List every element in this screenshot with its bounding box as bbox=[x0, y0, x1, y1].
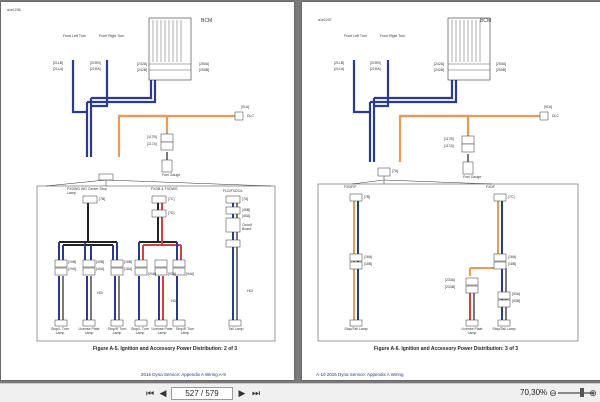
wiring-diagram-right bbox=[317, 17, 579, 342]
zoom-in-icon[interactable]: ⊕ bbox=[588, 387, 598, 399]
hdi-label-3: HDI bbox=[247, 289, 254, 293]
connector-18a: [18A] bbox=[364, 255, 373, 259]
document-viewport[interactable]: a1e1236 BCM Front Left Turn Front Right … bbox=[0, 0, 600, 383]
connector-93a: [93A] bbox=[512, 292, 521, 296]
connector-21rb: [21RB] bbox=[90, 61, 101, 65]
connector-20a: [20A] bbox=[148, 272, 157, 276]
connector-7a: [7A] bbox=[392, 169, 399, 173]
connector-40a: [40A] bbox=[96, 267, 105, 271]
fxdwg-label: FXDWG WG Center Stop Lamp bbox=[67, 187, 107, 195]
connector-91a: [91A] bbox=[544, 105, 553, 109]
zoom-slider-handle[interactable] bbox=[580, 388, 584, 397]
connector-21lb: [21LB] bbox=[334, 61, 345, 65]
connector-21la: [21LA] bbox=[53, 67, 64, 71]
fxdf-label: FXDF bbox=[486, 185, 496, 189]
fld-label: FLD/FXDC/L bbox=[223, 189, 244, 193]
stop-left-turn-lamp-label: Stop/L Turn Lamp bbox=[51, 327, 69, 335]
next-page-button[interactable]: ▶ bbox=[236, 387, 248, 399]
connector-21rb: [21RB] bbox=[370, 61, 381, 65]
connector-93a: [93A] bbox=[168, 272, 177, 276]
front-right-turn-label: Front Right Turn bbox=[380, 34, 406, 38]
connector-40b: [40B] bbox=[96, 260, 105, 264]
connector-18a: [18A] bbox=[124, 267, 133, 271]
figure-id: a1e1237 bbox=[318, 18, 332, 22]
connector-18a-fxdf: [18A] bbox=[508, 255, 517, 259]
license-plate-lamp-label: License Plate Lamp bbox=[461, 327, 483, 335]
connector-19b: [19B] bbox=[68, 260, 77, 264]
stop-tail-lamp-label: Stop/Tail Lamp bbox=[344, 327, 368, 331]
fxdb-label: FXDB & FXDWG bbox=[151, 187, 178, 191]
connector-7b: [7B] bbox=[364, 195, 371, 199]
fxdf-p-label: FXDF/P bbox=[344, 185, 357, 189]
bcm-label: BCM bbox=[480, 18, 492, 24]
stop-tail-lamp-label-2: Stop/Tail Lamp bbox=[492, 327, 516, 331]
page-number-input[interactable]: 527 / 579 bbox=[171, 387, 233, 400]
stop-right-turn-lamp-label-2: Stop/R Turn Lamp bbox=[175, 327, 195, 335]
navigation-toolbar: ⏮ ◀ 527 / 579 ▶ ⏭ 70,30% ⊖ ⊕ bbox=[0, 383, 600, 402]
connector-117a: [117A] bbox=[444, 144, 454, 148]
page-footer: A-10 2016 Dyna Service: Appendix A Wirin… bbox=[316, 372, 404, 377]
figure-id: a1e1236 bbox=[7, 8, 21, 12]
previous-page-button[interactable]: ◀ bbox=[157, 387, 169, 399]
connector-233a: [233A] bbox=[445, 278, 456, 282]
connector-250b: [250B] bbox=[199, 68, 210, 72]
hdi-label-2: HDI bbox=[171, 299, 178, 303]
circuit-board-label: Circuit Board bbox=[242, 223, 252, 231]
figure-caption: Figure A-5. Ignition and Accessory Power… bbox=[93, 346, 238, 352]
connector-117a: [117A] bbox=[147, 142, 157, 146]
connector-242b: [242B] bbox=[137, 68, 148, 72]
connector-250a: [250A] bbox=[199, 62, 210, 66]
last-page-button[interactable]: ⏭ bbox=[250, 387, 262, 399]
dlc-label: DLC bbox=[247, 114, 255, 118]
connector-117b: [117B] bbox=[147, 135, 157, 139]
license-plate-lamp-label: License Plate Lamp bbox=[78, 327, 100, 335]
wiring-diagram-left bbox=[36, 17, 276, 342]
connector-7b: [7B] bbox=[99, 197, 106, 201]
connector-45a: [45A] bbox=[242, 214, 251, 218]
connector-7a: [7A] bbox=[242, 197, 249, 201]
connector-7c: [7C] bbox=[508, 195, 515, 199]
connector-45b: [45B] bbox=[242, 208, 251, 212]
first-page-button[interactable]: ⏮ bbox=[144, 387, 156, 399]
connector-18b: [18B] bbox=[364, 262, 373, 266]
connector-18b: [18B] bbox=[124, 260, 133, 264]
zoom-level: 70,30% bbox=[520, 388, 548, 397]
figure-caption: Figure A-6. Ignition and Accessory Power… bbox=[374, 346, 519, 352]
zoom-out-icon[interactable]: ⊖ bbox=[548, 387, 558, 399]
connector-250a: [250A] bbox=[496, 62, 507, 66]
connector-18b-fxdf: [18B] bbox=[508, 262, 517, 266]
connector-233b: [233B] bbox=[445, 285, 456, 289]
bcm-label: BCM bbox=[201, 18, 213, 24]
connector-91a: [91A] bbox=[241, 105, 250, 109]
stop-left-turn-lamp-label-2: Stop/L Turn Lamp bbox=[131, 327, 149, 335]
dlc-label: DLC bbox=[552, 114, 560, 118]
page-left: a1e1236 BCM Front Left Turn Front Right … bbox=[1, 2, 294, 380]
stop-right-turn-lamp-label: Stop/R Turn Lamp bbox=[107, 327, 127, 335]
connector-21ra: [21RA] bbox=[370, 67, 381, 71]
front-right-turn-label: Front Right Turn bbox=[99, 34, 125, 38]
license-plate-lamp-label-2: License Plate Lamp bbox=[151, 327, 173, 335]
page-footer: 2016 Dyna Service: Appendix A Wiring A-9 bbox=[141, 372, 226, 377]
connector-7d: [7D] bbox=[168, 211, 175, 215]
connector-21ra: [21RA] bbox=[90, 67, 101, 71]
connector-242a: [242A] bbox=[137, 62, 148, 66]
connector-21lb: [21LB] bbox=[53, 61, 64, 65]
page-right: a1e1237 BCM Front Left Turn Front Right … bbox=[302, 2, 600, 380]
hdi-label-1: HDI bbox=[97, 291, 104, 295]
connector-250b: [250B] bbox=[496, 68, 507, 72]
connector-242a: [242A] bbox=[434, 62, 445, 66]
connector-93b: [93B] bbox=[512, 299, 521, 303]
connector-242b: [242B] bbox=[434, 68, 445, 72]
connector-21la: [21LA] bbox=[334, 67, 345, 71]
fuel-gauge-label: Fuel Gauge bbox=[463, 175, 482, 179]
fuel-gauge-label: Fuel Gauge bbox=[162, 173, 181, 177]
connector-19a: [19A] bbox=[68, 267, 77, 271]
connector-117b: [117B] bbox=[444, 137, 454, 141]
connector-7c: [7C] bbox=[168, 197, 175, 201]
front-left-turn-label: Front Left Turn bbox=[344, 34, 367, 38]
front-left-turn-label: Front Left Turn bbox=[63, 34, 86, 38]
tail-lamp-label: Tail Lamp bbox=[228, 327, 244, 331]
connector-94a: [94A] bbox=[186, 272, 195, 276]
